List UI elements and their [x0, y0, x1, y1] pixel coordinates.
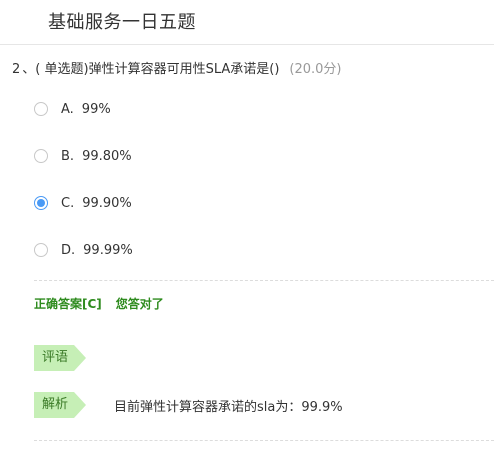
- question-number: 2: [12, 62, 21, 77]
- option-b[interactable]: B. 99.80%: [34, 146, 132, 166]
- question-separator: 、: [22, 62, 36, 77]
- option-letter: C.: [61, 195, 75, 211]
- correct-message: 您答对了: [115, 297, 164, 311]
- option-text: 99%: [81, 101, 111, 117]
- divider: [34, 440, 494, 441]
- option-letter: D.: [61, 242, 76, 258]
- radio-button[interactable]: [34, 102, 48, 116]
- radio-button[interactable]: [34, 243, 48, 257]
- question-text: ( 单选题)弹性计算容器可用性SLA承诺是(): [35, 62, 280, 77]
- analysis-tag: 解析: [34, 392, 86, 418]
- question-stem: 2 、( 单选题)弹性计算容器可用性SLA承诺是() (20.0分): [12, 58, 342, 77]
- option-d[interactable]: D. 99.99%: [34, 240, 133, 260]
- answer-result: 正确答案[C] 您答对了: [34, 295, 164, 312]
- option-a[interactable]: A. 99%: [34, 99, 111, 119]
- option-text: 99.80%: [82, 148, 132, 164]
- question-score: (20.0分): [289, 62, 342, 77]
- correct-answer-label: 正确答案[C]: [34, 297, 102, 311]
- option-c[interactable]: C. 99.90%: [34, 193, 132, 213]
- option-text: 99.99%: [83, 242, 133, 258]
- analysis-text: 目前弹性计算容器承诺的sla为：99.9%: [114, 400, 343, 415]
- radio-button[interactable]: [34, 149, 48, 163]
- option-text: 99.90%: [82, 195, 132, 211]
- option-letter: B.: [61, 148, 75, 164]
- option-letter: A.: [61, 101, 74, 117]
- page-title: 基础服务一日五题: [48, 12, 196, 33]
- page-header: 基础服务一日五题: [0, 0, 494, 45]
- divider: [34, 280, 494, 281]
- comment-tag: 评语: [34, 345, 86, 371]
- radio-button-selected[interactable]: [34, 196, 48, 210]
